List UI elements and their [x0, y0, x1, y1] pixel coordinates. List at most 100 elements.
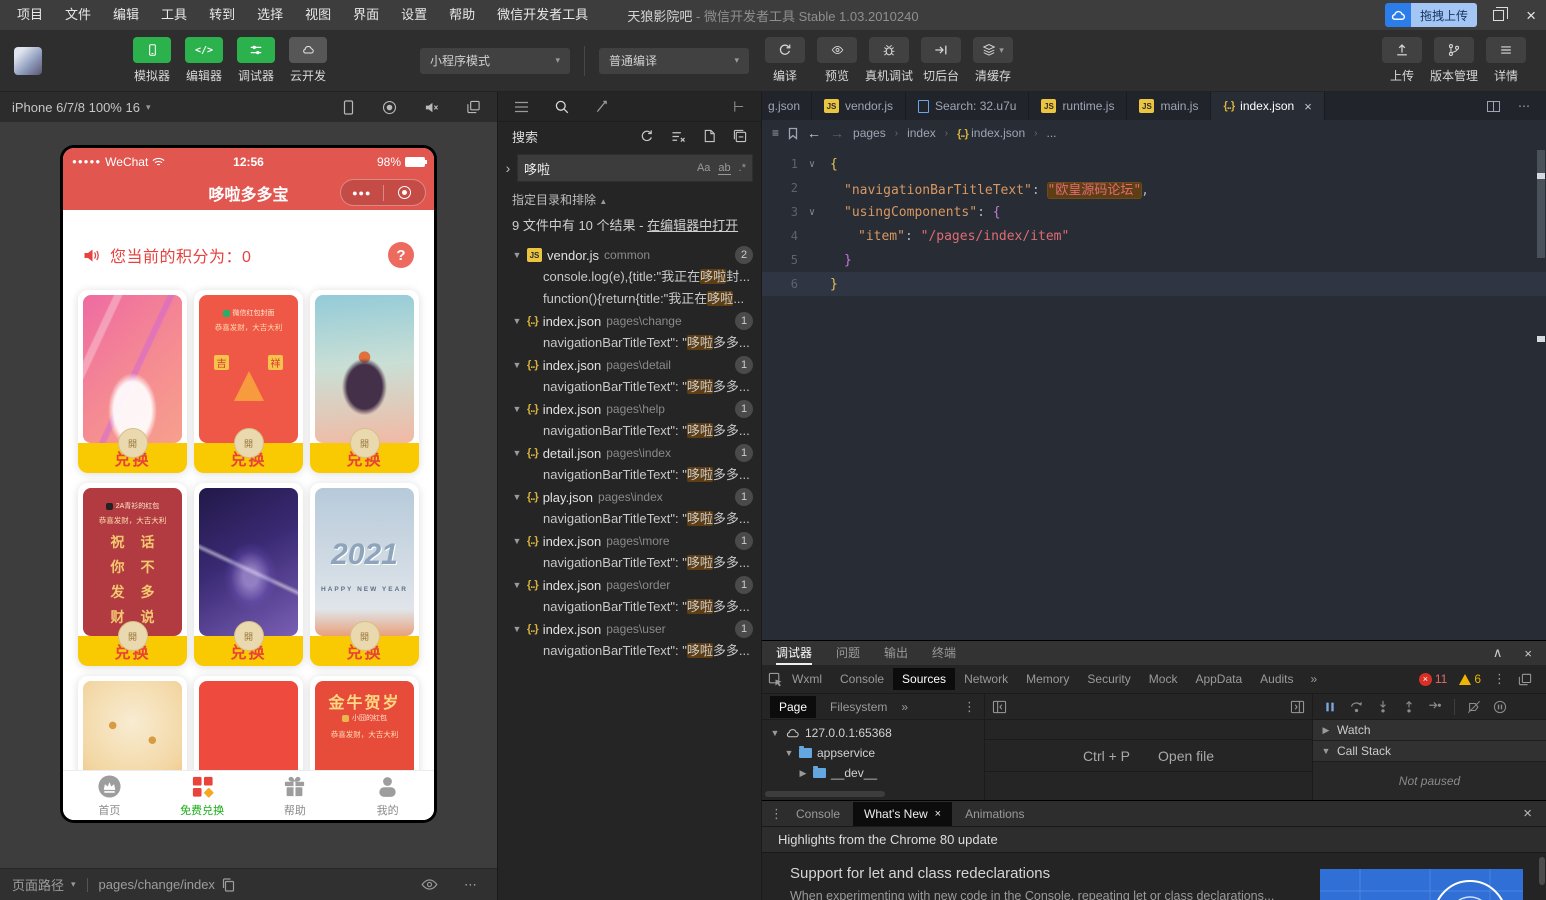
debugger-tab-终端[interactable]: 终端	[932, 641, 956, 665]
search-result-file[interactable]: ▼ {..} index.json pages\user 1	[498, 618, 761, 640]
twisty-icon[interactable]: ▼	[770, 728, 780, 738]
search-result-match[interactable]: navigationBarTitleText": "哆啦多多...	[498, 640, 761, 662]
search-input[interactable]: 哆啦 Aa ab .*	[517, 154, 753, 182]
close-window-button[interactable]: ×	[1522, 7, 1540, 24]
drawer-tab-What's New[interactable]: What's New ×	[853, 801, 953, 826]
editor-tab-index.json[interactable]: {..} index.json ×	[1211, 92, 1325, 120]
drag-upload-button[interactable]: 拖拽上传	[1385, 3, 1478, 27]
search-result-match[interactable]: console.log(e),{title:"我正在哆啦封...	[498, 266, 761, 288]
copy-path-icon[interactable]	[222, 877, 235, 892]
search-result-file[interactable]: ▼ JS vendor.js common 2	[498, 244, 761, 266]
more-options-icon[interactable]: ⋯	[464, 877, 479, 893]
menu-文件[interactable]: 文件	[54, 0, 102, 30]
search-result-file[interactable]: ▼ {..} index.json pages\change 1	[498, 310, 761, 332]
code-line[interactable]: 5}	[762, 248, 1546, 272]
search-result-match[interactable]: navigationBarTitleText": "哆啦多多...	[498, 376, 761, 398]
search-result-file[interactable]: ▼ {..} index.json pages\order 1	[498, 574, 761, 596]
sources-tab-Page[interactable]: Page	[770, 695, 817, 718]
nav-back-icon[interactable]: ←	[807, 125, 821, 141]
visibility-icon[interactable]	[421, 879, 438, 890]
devtools-tab-Audits[interactable]: Audits	[1251, 668, 1302, 690]
tree-item-appservice[interactable]: ▼ appservice	[762, 743, 984, 763]
watch-section[interactable]: ▶ Watch	[1313, 720, 1546, 741]
expand-replace-icon[interactable]: ›	[502, 160, 514, 176]
tree-item-127.0.0.1:65368[interactable]: ▼ 127.0.0.1:65368	[762, 723, 984, 743]
editor-tab-Search: 32.u7u[interactable]: Search: 32.u7u	[906, 92, 1030, 120]
step-icon[interactable]	[1428, 700, 1442, 714]
search-result-match[interactable]: function(){return{title:"我正在哆啦...	[498, 288, 761, 310]
twisty-icon[interactable]: ▼	[512, 360, 522, 370]
search-result-match[interactable]: navigationBarTitleText": "哆啦多多...	[498, 552, 761, 574]
search-result-match[interactable]: navigationBarTitleText": "哆啦多多...	[498, 332, 761, 354]
code-line[interactable]: 1 ∨{	[762, 152, 1546, 176]
redpacket-card[interactable]: 微信红包封面 恭喜发财，大吉大利吉祥開兑换	[194, 290, 303, 473]
file-list-icon[interactable]	[514, 101, 529, 113]
editor-tab-g.json[interactable]: g.json	[762, 92, 812, 120]
collapse-sidebar-icon[interactable]	[992, 700, 1007, 714]
breadcrumb-item[interactable]: pages	[853, 126, 886, 140]
devtools-tab-Mock[interactable]: Mock	[1140, 668, 1187, 690]
toggle-模拟器[interactable]: 模拟器	[126, 37, 178, 84]
search-result-match[interactable]: navigationBarTitleText": "哆啦多多...	[498, 464, 761, 486]
action-上传[interactable]: 上传	[1376, 37, 1428, 84]
mode-select[interactable]: 小程序模式 ▾	[420, 47, 570, 74]
code-line[interactable]: 2 "navigationBarTitleText": "欧皇源码论坛",	[762, 176, 1546, 200]
redpacket-card[interactable]: 2A青衫的红包 恭喜发财，大吉大利 祝话 你不 发多 财说開兑换	[78, 483, 187, 666]
compile-mode-select[interactable]: 普通编译 ▾	[599, 47, 749, 74]
twisty-icon[interactable]: ▼	[512, 250, 522, 260]
devtools-tab-Sources[interactable]: Sources	[893, 668, 956, 690]
tab-首页[interactable]: 首页	[63, 771, 156, 820]
step-into-icon[interactable]	[1376, 700, 1390, 714]
device-selector[interactable]: iPhone 6/7/8 100% 16	[12, 100, 140, 115]
menu-工具[interactable]: 工具	[150, 0, 198, 30]
menu-项目[interactable]: 项目	[6, 0, 54, 30]
tree-scrollbar[interactable]	[765, 791, 885, 797]
toggle-调试器[interactable]: 调试器	[230, 37, 282, 84]
menu-界面[interactable]: 界面	[342, 0, 390, 30]
outline-icon[interactable]: ≡	[772, 126, 779, 140]
menu-选择[interactable]: 选择	[246, 0, 294, 30]
avatar[interactable]	[14, 46, 42, 75]
tree-item-__dev__[interactable]: ▶ __dev__	[762, 763, 984, 783]
twisty-icon[interactable]: ▼	[512, 316, 522, 326]
twisty-icon[interactable]: ▼	[512, 536, 522, 546]
split-editor-icon[interactable]	[1487, 100, 1500, 112]
code-line[interactable]: 3 ∨ "usingComponents": {	[762, 200, 1546, 224]
breadcrumb-item[interactable]: {..} index.json	[957, 126, 1025, 140]
code-line[interactable]: 6}	[762, 272, 1546, 296]
editor-tab-vendor.js[interactable]: JS vendor.js	[812, 92, 907, 120]
menu-帮助[interactable]: 帮助	[438, 0, 486, 30]
close-tab-icon[interactable]: ×	[935, 808, 941, 820]
close-panel-icon[interactable]: ×	[1524, 646, 1532, 661]
record-icon[interactable]	[382, 100, 397, 115]
collapse-all-icon[interactable]	[733, 129, 747, 143]
redpacket-card[interactable]: 開兑换	[78, 290, 187, 473]
editor-scrollbar[interactable]	[1536, 146, 1546, 640]
search-result-match[interactable]: navigationBarTitleText": "哆啦多多...	[498, 420, 761, 442]
twisty-icon[interactable]: ▼	[512, 580, 522, 590]
more-options-icon[interactable]: ⋮	[963, 699, 976, 715]
new-search-editor-icon[interactable]	[703, 129, 716, 143]
twisty-icon[interactable]: ▼	[512, 448, 522, 458]
rotate-device-icon[interactable]	[342, 99, 355, 115]
more-tabs-icon[interactable]: »	[901, 700, 908, 714]
breadcrumb-item[interactable]: ...	[1047, 126, 1057, 140]
step-over-icon[interactable]	[1349, 700, 1364, 714]
action-真机调试[interactable]: 真机调试	[863, 37, 915, 84]
devtools-tab-AppData[interactable]: AppData	[1186, 668, 1251, 690]
step-out-icon[interactable]	[1402, 700, 1416, 714]
more-options-icon[interactable]: ⋮	[1493, 671, 1506, 687]
help-button[interactable]: ?	[388, 242, 414, 268]
multi-window-icon[interactable]	[466, 100, 481, 114]
error-count-badge[interactable]: × 11	[1418, 672, 1447, 686]
whole-word-icon[interactable]: ab	[718, 162, 731, 175]
page-path-label[interactable]: 页面路径	[12, 875, 64, 894]
menu-转到[interactable]: 转到	[198, 0, 246, 30]
menu-设置[interactable]: 设置	[390, 0, 438, 30]
tab-免费兑换[interactable]: 免费兑换	[156, 771, 249, 820]
exit-target-icon[interactable]	[384, 186, 426, 199]
search-result-match[interactable]: navigationBarTitleText": "哆啦多多...	[498, 596, 761, 618]
more-tabs-icon[interactable]: ⋯	[1518, 99, 1530, 113]
capsule-menu[interactable]: ●●●	[340, 179, 426, 206]
fold-icon[interactable]: ∨	[798, 207, 826, 218]
